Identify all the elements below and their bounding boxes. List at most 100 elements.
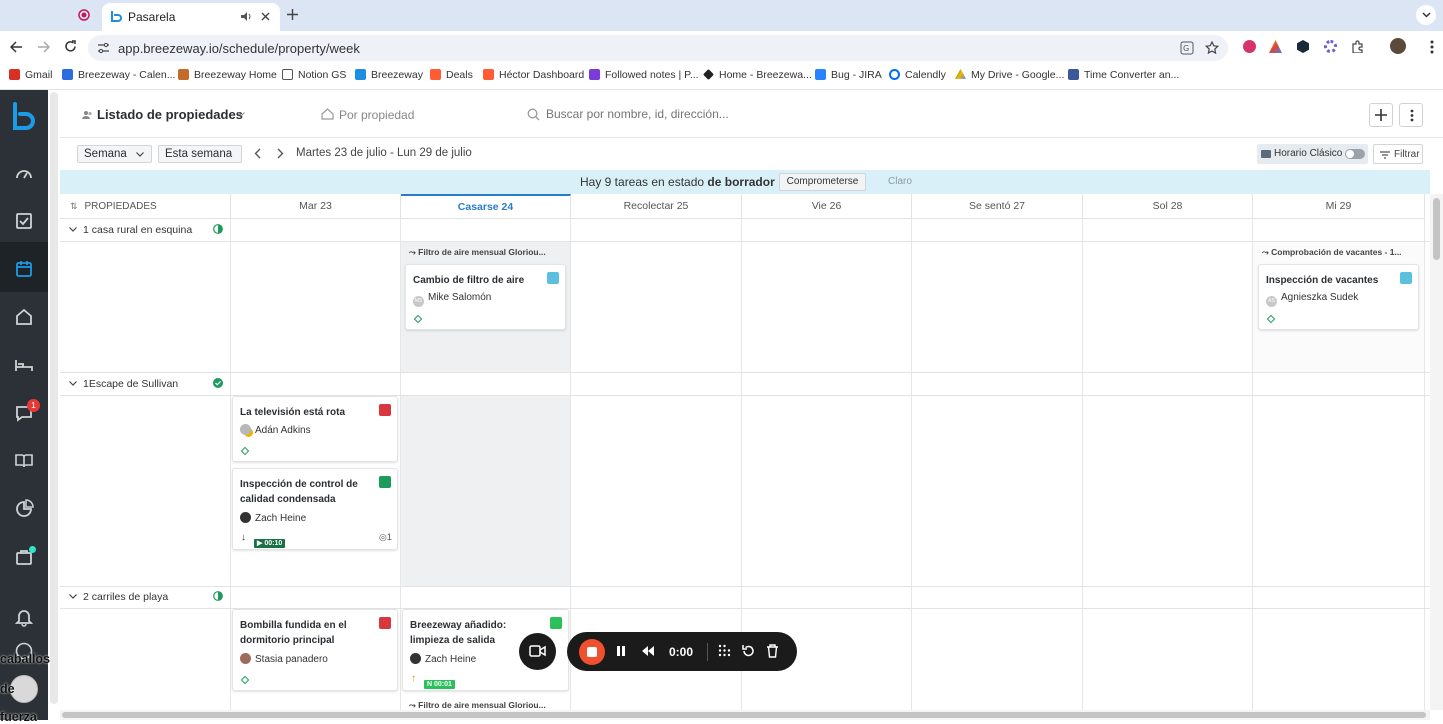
search-input[interactable] bbox=[543, 102, 843, 126]
tab-search-button[interactable] bbox=[1416, 5, 1436, 25]
calendly-icon bbox=[889, 69, 900, 80]
extension-2-icon[interactable] bbox=[1269, 40, 1282, 53]
clock-icon bbox=[1068, 69, 1079, 80]
task-card[interactable]: La televisión está rota Adán Adkins bbox=[232, 396, 398, 462]
bookmark-label: Breezeway bbox=[371, 69, 423, 81]
bookmark-jira[interactable]: Bug - JIRA bbox=[815, 69, 882, 81]
task-group-label[interactable]: ⤳ Filtro de aire mensual Gloriou... bbox=[409, 247, 546, 258]
chevron-down-icon[interactable] bbox=[69, 594, 77, 599]
chevron-down-icon[interactable] bbox=[69, 381, 77, 386]
property-name: 1Escape de Sullivan bbox=[83, 378, 179, 390]
url-bar[interactable]: app.breezeway.io/schedule/property/week … bbox=[88, 35, 1228, 61]
prev-week-icon[interactable] bbox=[254, 148, 261, 159]
trash-icon[interactable] bbox=[766, 644, 779, 658]
tasks-icon[interactable] bbox=[14, 211, 34, 231]
property-row-1[interactable]: 1 casa rural en esquina bbox=[60, 223, 230, 245]
wrench-badge-icon bbox=[379, 617, 391, 629]
task-card[interactable]: Inspección de control de calidad condens… bbox=[232, 468, 398, 550]
recorder-camera-button[interactable] bbox=[519, 633, 556, 670]
task-card[interactable]: Inspección de vacantes AS Agnieszka Sudek bbox=[1258, 264, 1419, 330]
bookmark-time-converter[interactable]: Time Converter an... bbox=[1068, 69, 1179, 81]
profile-avatar[interactable] bbox=[1390, 38, 1406, 54]
notifications-bell-icon[interactable] bbox=[14, 607, 34, 627]
properties-column-header[interactable]: ⇅ PROPIEDADES bbox=[60, 194, 231, 219]
clear-button[interactable]: Claro bbox=[888, 176, 912, 187]
bookmark-home-breezeway[interactable]: Home - Breezewa... bbox=[703, 69, 812, 81]
extension-4-icon[interactable] bbox=[1324, 40, 1337, 53]
grid-line bbox=[1082, 219, 1083, 710]
bookmark-google-drive[interactable]: My Drive - Google... bbox=[955, 69, 1064, 81]
site-settings-icon[interactable] bbox=[97, 42, 110, 54]
add-button[interactable] bbox=[1369, 103, 1393, 127]
bookmark-breezeway[interactable]: Breezeway bbox=[355, 69, 423, 81]
chevron-down-icon[interactable] bbox=[69, 227, 77, 232]
this-week-button[interactable]: Esta semana bbox=[158, 145, 242, 163]
classic-schedule-toggle[interactable]: Horario Clásico bbox=[1257, 144, 1368, 164]
extension-1-icon[interactable] bbox=[1243, 40, 1256, 53]
stop-recording-button[interactable] bbox=[579, 639, 605, 665]
vertical-scrollbar[interactable] bbox=[1430, 194, 1443, 710]
guides-book-icon[interactable] bbox=[14, 451, 34, 471]
extension-3-icon[interactable] bbox=[1297, 40, 1309, 53]
task-group-label[interactable]: ⤳ Comprobación de vacantes - 1... bbox=[1262, 247, 1402, 258]
bookmark-gmail[interactable]: Gmail bbox=[9, 69, 52, 81]
reports-pie-icon[interactable] bbox=[14, 499, 34, 519]
extensions-puzzle-icon[interactable] bbox=[1351, 40, 1364, 53]
forward-icon[interactable] bbox=[37, 41, 50, 53]
bookmark-breezeway-calendar[interactable]: Breezeway - Calen... bbox=[62, 69, 175, 81]
bookmark-breezeway-home[interactable]: Breezeway Home bbox=[178, 69, 277, 81]
property-row-2[interactable]: 1Escape de Sullivan bbox=[60, 377, 230, 399]
bookmark-label: Héctor Dashboard bbox=[499, 69, 585, 81]
scrollbar-thumb[interactable] bbox=[1433, 198, 1440, 260]
bookmark-followed-notes[interactable]: Followed notes | P... bbox=[589, 69, 699, 81]
grid-dots-icon[interactable] bbox=[718, 644, 731, 658]
page-scrollbar[interactable] bbox=[50, 92, 58, 704]
reload-icon[interactable] bbox=[64, 40, 77, 53]
task-card[interactable]: Cambio de filtro de aire MS Mike Salomón bbox=[405, 264, 566, 330]
schedule-icon[interactable] bbox=[14, 259, 34, 279]
speaker-icon[interactable] bbox=[240, 11, 252, 22]
star-icon[interactable] bbox=[1205, 41, 1219, 55]
bookmark-hector-dashboard[interactable]: Héctor Dashboard bbox=[483, 69, 584, 81]
new-tab-icon[interactable] bbox=[287, 9, 298, 20]
bookmark-deals[interactable]: Deals bbox=[430, 69, 473, 81]
avatar bbox=[240, 653, 251, 664]
reservations-bed-icon[interactable] bbox=[14, 355, 34, 375]
commit-button[interactable]: Comprometerse bbox=[779, 173, 866, 191]
horizontal-scrollbar[interactable] bbox=[60, 710, 1430, 720]
bookmark-label: Deals bbox=[446, 69, 473, 81]
pause-icon[interactable] bbox=[616, 645, 626, 657]
more-menu-icon[interactable] bbox=[1430, 40, 1434, 54]
partial-status-icon bbox=[213, 591, 223, 601]
toggle-switch[interactable] bbox=[1345, 149, 1365, 159]
view-by-property-button[interactable]: Por propiedad bbox=[339, 108, 414, 122]
translate-icon[interactable]: G bbox=[1180, 41, 1194, 55]
bookmark-label: Gmail bbox=[25, 69, 53, 81]
tab-pasarela[interactable]: Pasarela bbox=[102, 3, 280, 31]
gong-icon bbox=[589, 69, 600, 80]
back-icon[interactable] bbox=[10, 41, 23, 53]
filter-button[interactable]: Filtrar bbox=[1373, 144, 1423, 164]
task-card[interactable]: Bombilla fundida en el dormitorio princi… bbox=[232, 609, 398, 691]
scrollbar-thumb[interactable] bbox=[62, 712, 1426, 718]
next-week-icon[interactable] bbox=[277, 148, 284, 159]
chevron-down-icon[interactable] bbox=[238, 112, 245, 117]
rewind-icon[interactable] bbox=[641, 645, 655, 657]
property-row-3[interactable]: 2 carriles de playa bbox=[60, 590, 230, 612]
page-title[interactable]: Listado de propiedades bbox=[97, 107, 243, 122]
comments-count[interactable]: ◎1 bbox=[379, 532, 392, 543]
breezeway-logo-icon[interactable] bbox=[11, 102, 37, 132]
task-group-label[interactable]: ⤳ Filtro de aire mensual Gloriou... bbox=[409, 700, 546, 710]
kebab-icon bbox=[1410, 109, 1414, 122]
restart-icon[interactable] bbox=[741, 644, 755, 658]
tab-recording[interactable] bbox=[8, 4, 98, 31]
properties-icon[interactable] bbox=[14, 307, 34, 327]
close-tab-icon[interactable] bbox=[261, 12, 270, 21]
more-options-button[interactable] bbox=[1399, 103, 1423, 127]
bookmark-notion[interactable]: Notion GS bbox=[282, 69, 346, 81]
range-select[interactable]: Semana bbox=[77, 145, 152, 163]
assignee-name: Zach Heine bbox=[425, 654, 477, 665]
dashboard-icon[interactable] bbox=[14, 164, 34, 184]
bookmark-calendly[interactable]: Calendly bbox=[889, 69, 946, 81]
avatar: AS bbox=[1266, 296, 1277, 307]
